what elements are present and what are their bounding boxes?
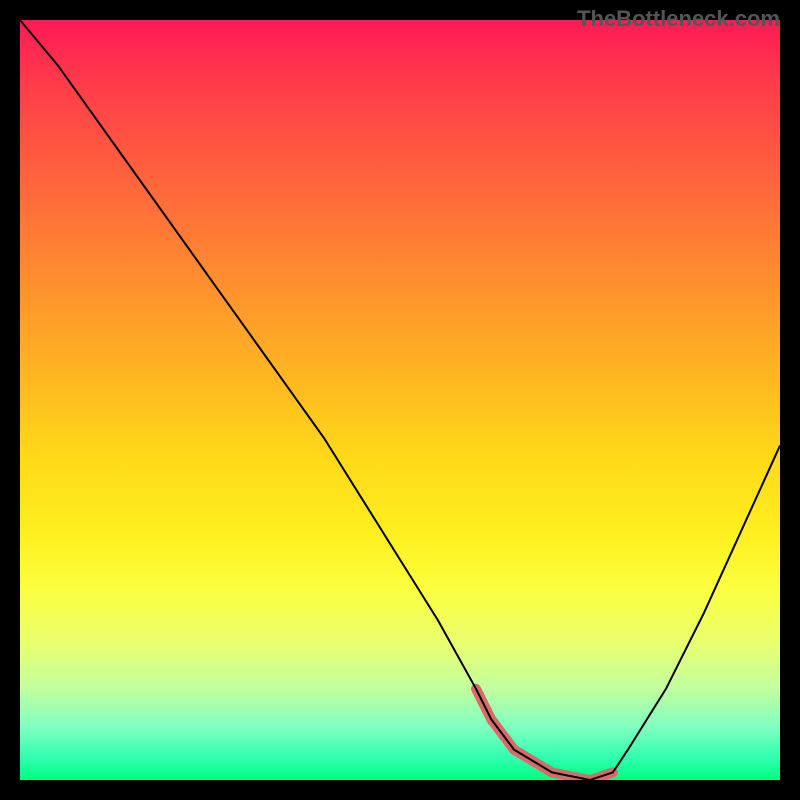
bottleneck-curve xyxy=(20,20,780,780)
watermark-text: TheBottleneck.com xyxy=(577,6,780,32)
optimal-range-highlight xyxy=(476,689,613,780)
chart-plot-area xyxy=(20,20,780,780)
chart-svg xyxy=(20,20,780,780)
